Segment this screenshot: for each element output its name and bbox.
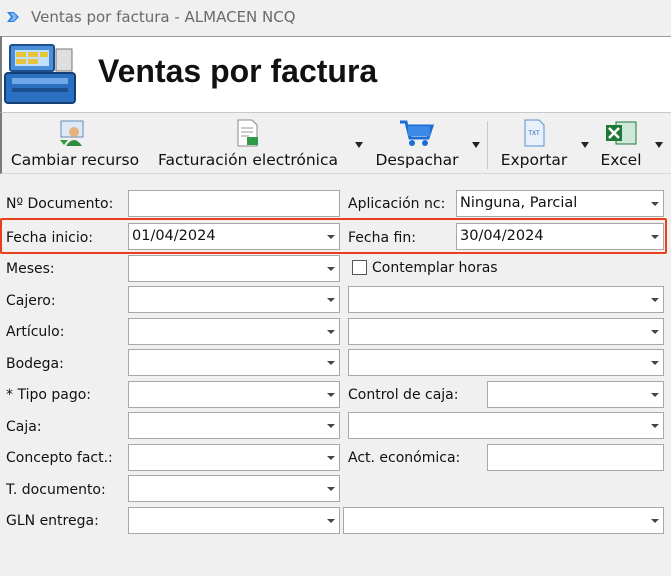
facturacion-electronica-label: Facturación electrónica — [158, 151, 338, 169]
act-economica-label: Act. económica: — [348, 450, 461, 466]
bodega-name-select[interactable] — [348, 349, 664, 376]
chevron-down-icon — [651, 202, 659, 206]
chevron-down-icon — [651, 424, 659, 428]
cajero-name-select[interactable] — [348, 286, 664, 313]
change-resource-icon — [60, 120, 84, 146]
chevron-down-icon — [327, 487, 335, 491]
exportar-dropdown-arrow-icon[interactable] — [580, 141, 590, 149]
tipo-pago-select[interactable] — [128, 381, 340, 408]
cambiar-recurso-button[interactable]: Cambiar recurso — [8, 113, 142, 175]
articulo-name-select[interactable] — [348, 318, 664, 345]
bodega-select[interactable] — [128, 349, 340, 376]
app-icon — [7, 12, 19, 22]
chevron-down-icon — [327, 519, 335, 523]
control-caja-label: Control de caja: — [348, 387, 459, 403]
chevron-down-icon — [651, 393, 659, 397]
window-title: Ventas por factura - ALMACEN NCQ — [31, 8, 296, 26]
chevron-down-icon — [327, 267, 335, 271]
shopping-cart-icon — [400, 120, 434, 146]
despachar-label: Despachar — [375, 151, 459, 169]
excel-label: Excel — [600, 151, 642, 169]
chevron-down-icon — [327, 330, 335, 334]
chevron-down-icon — [651, 298, 659, 302]
chevron-down-icon — [651, 361, 659, 365]
caja-select[interactable] — [128, 412, 340, 439]
chevron-down-icon — [327, 235, 335, 239]
page-title: Ventas por factura — [98, 53, 378, 89]
chevron-down-icon — [327, 361, 335, 365]
excel-button[interactable]: Excel — [594, 113, 648, 175]
meses-select[interactable] — [128, 255, 340, 282]
concepto-fact-label: Concepto fact.: — [6, 450, 113, 466]
chevron-down-icon — [327, 456, 335, 460]
no-documento-input[interactable] — [128, 190, 340, 217]
toolbar: Cambiar recurso Facturación electrónica … — [0, 112, 671, 174]
fecha-inicio-label: Fecha inicio: — [6, 230, 94, 246]
gln-entrega-select[interactable] — [128, 507, 340, 534]
cajero-label: Cajero: — [6, 293, 56, 309]
contemplar-horas-checkbox[interactable] — [352, 260, 367, 275]
chevron-down-icon — [651, 330, 659, 334]
svg-text:TXT: TXT — [527, 130, 540, 137]
window-titlebar: Ventas por factura - ALMACEN NCQ — [0, 0, 671, 36]
caja-name-select[interactable] — [348, 412, 664, 439]
export-txt-icon: TXT — [524, 119, 545, 147]
toolbar-separator — [487, 121, 488, 169]
filter-form: Nº Documento: Aplicación nc: Ninguna, Pa… — [0, 174, 671, 576]
meses-label: Meses: — [6, 261, 55, 277]
chevron-down-icon — [651, 235, 659, 239]
page-header: Ventas por factura — [0, 36, 671, 112]
despachar-dropdown-arrow-icon[interactable] — [471, 141, 481, 149]
cash-register-icon — [4, 44, 76, 104]
concepto-fact-select[interactable] — [128, 444, 340, 471]
fecha-fin-label: Fecha fin: — [348, 230, 416, 246]
facturacion-dropdown-arrow-icon[interactable] — [354, 141, 364, 149]
control-caja-select[interactable] — [487, 381, 664, 408]
exportar-button[interactable]: TXT Exportar — [494, 113, 574, 175]
tipo-pago-label: * Tipo pago: — [6, 387, 91, 403]
electronic-invoice-icon — [237, 119, 258, 147]
chevron-down-icon — [327, 393, 335, 397]
cajero-select[interactable] — [128, 286, 340, 313]
chevron-down-icon — [651, 519, 659, 523]
t-documento-select[interactable] — [128, 475, 340, 502]
t-documento-label: T. documento: — [6, 482, 106, 498]
aplicacion-nc-select[interactable]: Ninguna, Parcial — [456, 190, 664, 217]
excel-dropdown-arrow-icon[interactable] — [654, 141, 664, 149]
fecha-inicio-date-picker[interactable]: 01/04/2024 — [128, 223, 340, 250]
bodega-label: Bodega: — [6, 356, 64, 372]
aplicacion-nc-label: Aplicación nc: — [348, 196, 446, 212]
fecha-fin-date-picker[interactable]: 30/04/2024 — [456, 223, 664, 250]
act-economica-input[interactable] — [487, 444, 664, 471]
chevron-down-icon — [327, 424, 335, 428]
excel-icon — [606, 121, 637, 145]
articulo-select[interactable] — [128, 318, 340, 345]
chevron-down-icon — [327, 298, 335, 302]
no-documento-label: Nº Documento: — [6, 196, 114, 212]
cambiar-recurso-label: Cambiar recurso — [10, 151, 140, 169]
gln-entrega-label: GLN entrega: — [6, 513, 99, 529]
exportar-label: Exportar — [500, 151, 568, 169]
caja-label: Caja: — [6, 419, 42, 435]
contemplar-horas-label: Contemplar horas — [372, 260, 498, 276]
gln-entrega-name-select[interactable] — [343, 507, 664, 534]
articulo-label: Artículo: — [6, 324, 65, 340]
despachar-button[interactable]: Despachar — [370, 113, 464, 175]
facturacion-electronica-button[interactable]: Facturación electrónica — [152, 113, 344, 175]
